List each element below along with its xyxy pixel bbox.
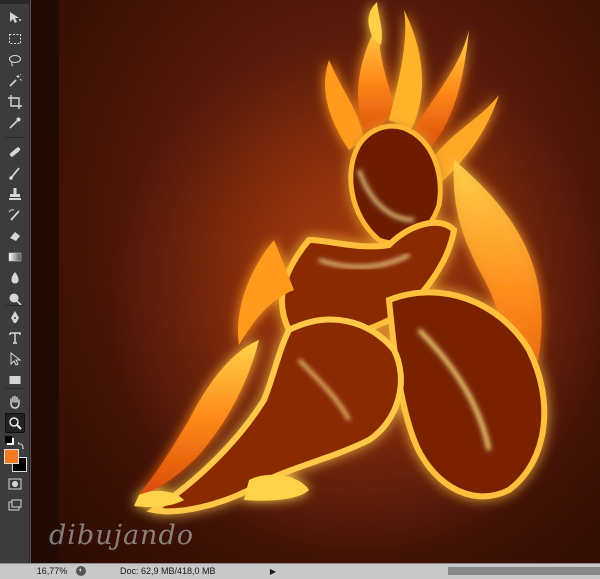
zoom-level[interactable]: 16,77% xyxy=(30,565,74,577)
zoom-icon[interactable] xyxy=(5,413,25,433)
status-bar: 16,77% ◐ Doc: 62,9 MB/418,0 MB ▶ xyxy=(0,563,600,579)
document-size-info: Doc: 62,9 MB/418,0 MB xyxy=(120,566,216,576)
tool-separator xyxy=(5,388,25,389)
screen-mode-icon[interactable] xyxy=(5,496,25,516)
horizontal-scrollbar[interactable] xyxy=(448,567,600,575)
history-brush-icon[interactable] xyxy=(5,205,25,225)
crop-icon[interactable] xyxy=(5,92,25,112)
tool-separator xyxy=(5,137,25,138)
status-info-icon[interactable]: ◐ xyxy=(76,566,86,576)
document-canvas-area[interactable]: dibujando xyxy=(31,0,600,563)
brush-icon[interactable] xyxy=(5,163,25,183)
lasso-icon[interactable] xyxy=(5,50,25,70)
photoshop-window: dibujando 16,77% ◐ Doc: 62,9 MB/418,0 MB… xyxy=(0,0,600,579)
watermark-logo: dibujando xyxy=(49,520,194,551)
panel-grip[interactable] xyxy=(0,0,30,4)
eyedropper-icon[interactable] xyxy=(5,113,25,133)
status-menu-arrow-icon[interactable]: ▶ xyxy=(268,566,278,576)
eraser-icon[interactable] xyxy=(5,226,25,246)
gradient-icon[interactable] xyxy=(5,247,25,267)
document-canvas[interactable] xyxy=(59,0,600,563)
foreground-color-swatch[interactable] xyxy=(4,449,19,464)
rectangle-shape-icon[interactable] xyxy=(5,370,25,390)
pen-icon[interactable] xyxy=(5,307,25,327)
move-tool-icon[interactable] xyxy=(5,8,25,28)
blur-icon[interactable] xyxy=(5,268,25,288)
dodge-icon[interactable] xyxy=(5,289,25,309)
tools-panel xyxy=(0,0,30,563)
tool-separator xyxy=(5,305,25,306)
healing-brush-icon[interactable] xyxy=(5,142,25,162)
quick-mask-icon[interactable] xyxy=(5,474,25,494)
type-icon[interactable] xyxy=(5,328,25,348)
magic-wand-icon[interactable] xyxy=(5,71,25,91)
swap-colors-icon[interactable] xyxy=(17,435,25,450)
default-colors-icon[interactable] xyxy=(5,435,12,443)
rectangular-marquee-icon[interactable] xyxy=(5,29,25,49)
canvas-pasteboard xyxy=(31,0,59,563)
hand-icon[interactable] xyxy=(5,392,25,412)
path-selection-icon[interactable] xyxy=(5,349,25,369)
default-colors-toggle[interactable] xyxy=(5,434,25,450)
clone-stamp-icon[interactable] xyxy=(5,184,25,204)
fire-figure-artwork xyxy=(109,2,600,560)
